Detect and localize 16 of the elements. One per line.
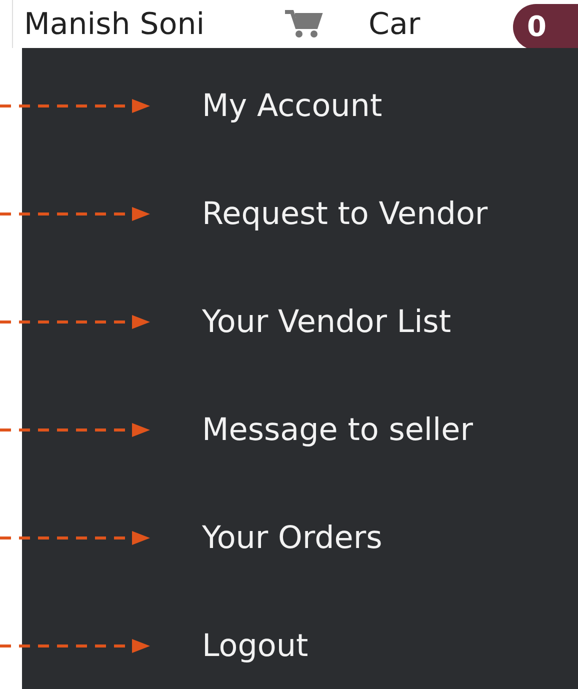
arrow-icon (0, 98, 150, 114)
menu-item[interactable]: Your Vendor List (202, 304, 451, 340)
menu-item[interactable]: Message to seller (202, 412, 473, 448)
menu-item[interactable]: Your Orders (202, 520, 382, 556)
cart-count-badge: 0 (513, 4, 578, 48)
cart-icon[interactable] (282, 9, 323, 39)
menu-item[interactable]: My Account (202, 88, 382, 124)
menu-item[interactable]: Logout (202, 628, 308, 664)
arrow-icon (0, 638, 150, 654)
arrow-icon (0, 206, 150, 222)
arrow-icon (0, 422, 150, 438)
user-name[interactable]: Manish Soni (24, 6, 205, 42)
arrow-icon (0, 530, 150, 546)
cart-link[interactable]: Car (368, 6, 420, 42)
arrow-icon (0, 314, 150, 330)
menu-item[interactable]: Request to Vendor (202, 196, 488, 232)
